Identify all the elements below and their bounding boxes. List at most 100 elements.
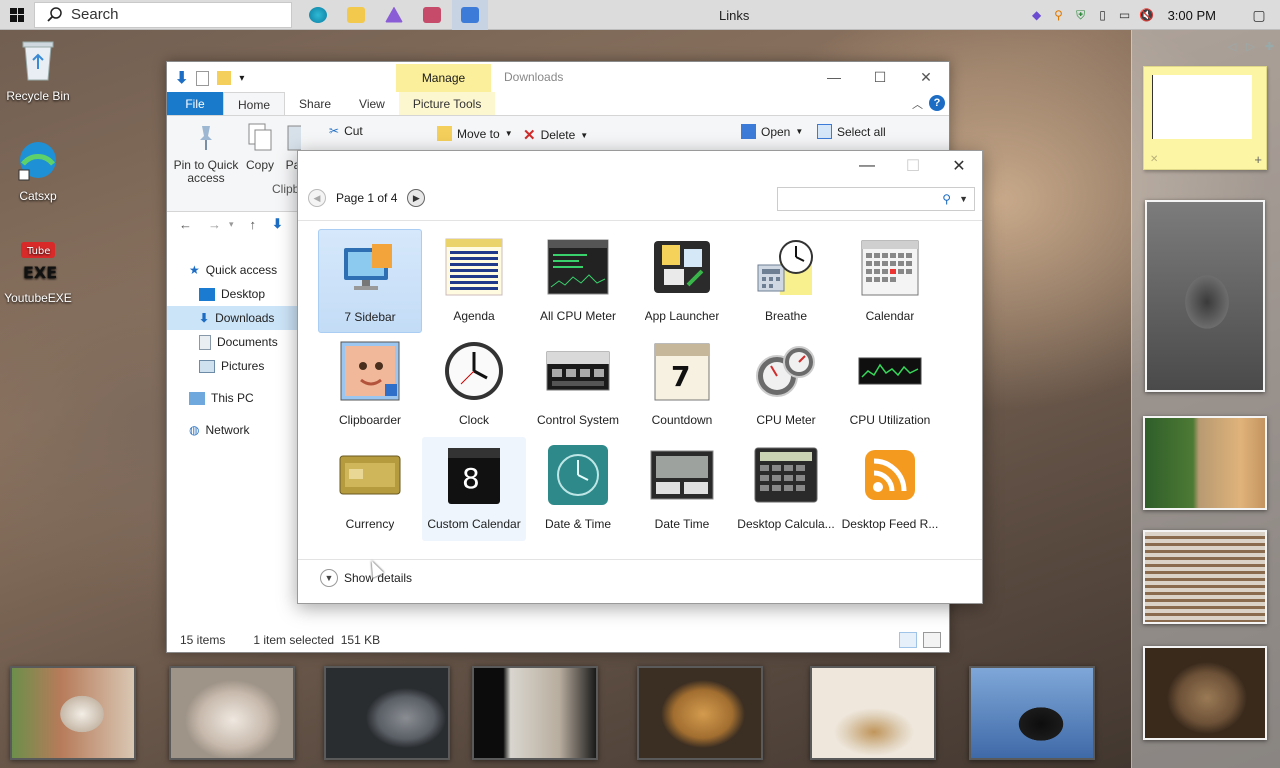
- tray-search-icon[interactable]: ⚲: [1052, 8, 1066, 22]
- gadget-item[interactable]: Desktop Calcula...: [734, 437, 838, 541]
- tab-share[interactable]: Share: [285, 92, 345, 115]
- gadget-item[interactable]: Date & Time: [526, 437, 630, 541]
- tray-app-icon[interactable]: ◆: [1030, 8, 1044, 22]
- nav-pictures[interactable]: Pictures: [167, 354, 297, 378]
- tray-shield-icon[interactable]: ⛨: [1074, 8, 1088, 22]
- gadgets-maximize-button[interactable]: ☐: [890, 151, 936, 181]
- details-view-icon[interactable]: [899, 632, 917, 648]
- gadget-item[interactable]: All CPU Meter: [526, 229, 630, 333]
- gadget-item[interactable]: Desktop Feed R...: [838, 437, 942, 541]
- taskbar-app-3[interactable]: [376, 0, 412, 30]
- delete-button[interactable]: ✕ Delete ▼: [523, 126, 588, 144]
- down-arrow-icon[interactable]: ⬇: [175, 68, 188, 88]
- recent-locations-icon[interactable]: ▾: [229, 219, 234, 230]
- sticky-note-text[interactable]: [1152, 75, 1252, 139]
- cut-button[interactable]: ✂ Cut: [329, 124, 363, 138]
- slideshow-photo-3[interactable]: [324, 666, 450, 760]
- gadget-item[interactable]: Clipboarder: [318, 333, 422, 437]
- gadget-item[interactable]: Clock: [422, 333, 526, 437]
- location-downloads-icon[interactable]: ⬇: [272, 216, 283, 232]
- nav-quick-access[interactable]: ★ Quick access: [167, 258, 297, 282]
- sidebar-photo-blinds[interactable]: [1143, 530, 1267, 624]
- close-button[interactable]: ✕: [903, 62, 949, 92]
- start-button[interactable]: [0, 0, 34, 30]
- slideshow-photo-1[interactable]: [10, 666, 136, 760]
- back-arrow-icon[interactable]: ←: [179, 217, 192, 232]
- tray-network-icon[interactable]: ▭: [1118, 8, 1132, 22]
- open-button[interactable]: Open ▼: [741, 124, 803, 139]
- slideshow-photo-2[interactable]: [169, 666, 295, 760]
- search-dropdown-icon[interactable]: ▼: [959, 194, 968, 204]
- gadget-item[interactable]: Currency: [318, 437, 422, 541]
- gadget-item[interactable]: Date Time: [630, 437, 734, 541]
- gadgets-dialog: — ☐ ✕ ◀ Page 1 of 4 ▶ ⚲ ▼ 7 Sidebar Agen…: [297, 150, 983, 604]
- sidebar-next-icon[interactable]: ▷: [1246, 40, 1254, 53]
- maximize-button[interactable]: ☐: [857, 62, 903, 92]
- gadget-item[interactable]: Calendar: [838, 229, 942, 333]
- gadgets-search-input[interactable]: [782, 190, 932, 208]
- tab-file[interactable]: File: [167, 92, 223, 115]
- copy-button[interactable]: Copy: [243, 122, 277, 172]
- desktop-icon-youtubeexe[interactable]: Tube EXE YoutubeEXE: [0, 240, 76, 305]
- taskbar-app-4[interactable]: [414, 0, 450, 30]
- nav-network[interactable]: ◍ Network: [167, 418, 297, 442]
- note-close-icon[interactable]: ✕: [1150, 154, 1158, 165]
- note-add-icon[interactable]: +: [1254, 152, 1262, 167]
- clipboarder-icon: [340, 341, 400, 401]
- gadgets-close-button[interactable]: ✕: [936, 151, 982, 181]
- previous-page-button[interactable]: ◀: [308, 189, 326, 207]
- tab-home[interactable]: Home: [223, 92, 286, 115]
- nav-this-pc[interactable]: This PC: [167, 386, 297, 410]
- tray-volume-icon[interactable]: 🔇: [1139, 8, 1154, 22]
- sidebar-photo-kitten[interactable]: [1145, 200, 1265, 392]
- gadget-item[interactable]: Breathe: [734, 229, 838, 333]
- gadget-item[interactable]: Agenda: [422, 229, 526, 333]
- nav-downloads[interactable]: ⬇ Downloads: [167, 306, 297, 330]
- taskbar-gadgets-app[interactable]: [452, 0, 488, 30]
- gadget-item[interactable]: App Launcher: [630, 229, 734, 333]
- gadgets-minimize-button[interactable]: —: [844, 151, 890, 181]
- sidebar-previous-icon[interactable]: ◁: [1228, 40, 1236, 53]
- desktop-icon-catsxp[interactable]: Catsxp: [0, 138, 76, 203]
- taskbar-explorer-app[interactable]: [338, 0, 374, 30]
- next-page-button[interactable]: ▶: [407, 189, 426, 207]
- sidebar-add-icon[interactable]: ✚: [1265, 40, 1274, 53]
- nav-documents[interactable]: Documents: [167, 330, 297, 354]
- gadget-item[interactable]: 7 Countdown: [630, 333, 734, 437]
- tray-usb-icon[interactable]: ▯: [1096, 8, 1110, 22]
- taskbar-search[interactable]: Search: [34, 1, 292, 28]
- help-icon[interactable]: ?: [929, 95, 945, 111]
- minimize-button[interactable]: —: [811, 62, 857, 92]
- gadget-item[interactable]: 7 Sidebar: [318, 229, 422, 333]
- tab-view[interactable]: View: [345, 92, 399, 115]
- slideshow-photo-6[interactable]: [810, 666, 936, 760]
- slideshow-photo-7[interactable]: [969, 666, 1095, 760]
- slideshow-photo-4[interactable]: [472, 666, 598, 760]
- new-folder-icon[interactable]: [217, 71, 232, 85]
- search-icon[interactable]: ⚲: [942, 192, 951, 206]
- large-icons-view-icon[interactable]: [923, 632, 941, 648]
- sidebar-photo-tabby[interactable]: [1143, 646, 1267, 740]
- gadget-item[interactable]: CPU Meter: [734, 333, 838, 437]
- tab-manage[interactable]: Manage: [396, 64, 491, 92]
- select-all-button[interactable]: Select all: [817, 124, 886, 139]
- collapse-ribbon-icon[interactable]: ︿: [912, 96, 923, 112]
- pin-to-quick-access-button[interactable]: Pin to Quick access: [173, 122, 239, 185]
- up-arrow-icon[interactable]: ↑: [250, 217, 257, 232]
- taskbar-clock[interactable]: 3:00 PM: [1168, 8, 1216, 23]
- sidebar-photo-cats[interactable]: [1143, 416, 1267, 510]
- notifications-icon[interactable]: ▢: [1252, 7, 1266, 23]
- desktop-icon-recycle-bin[interactable]: Recycle Bin: [0, 38, 76, 103]
- forward-arrow-icon[interactable]: →: [208, 217, 221, 232]
- tab-picture-tools[interactable]: Picture Tools: [398, 92, 496, 115]
- gadget-item[interactable]: Control System: [526, 333, 630, 437]
- gadget-item[interactable]: CPU Utilization: [838, 333, 942, 437]
- nav-desktop[interactable]: Desktop: [167, 282, 297, 306]
- taskbar-edge-app[interactable]: [300, 0, 336, 30]
- move-to-button[interactable]: Move to ▼: [437, 126, 513, 141]
- show-details-toggle[interactable]: ▼ Show details: [320, 569, 412, 587]
- customize-toolbar-icon[interactable]: ▾: [239, 73, 244, 84]
- properties-icon[interactable]: [196, 70, 210, 86]
- slideshow-photo-5[interactable]: [637, 666, 763, 760]
- gadget-item[interactable]: 8 Custom Calendar: [422, 437, 526, 541]
